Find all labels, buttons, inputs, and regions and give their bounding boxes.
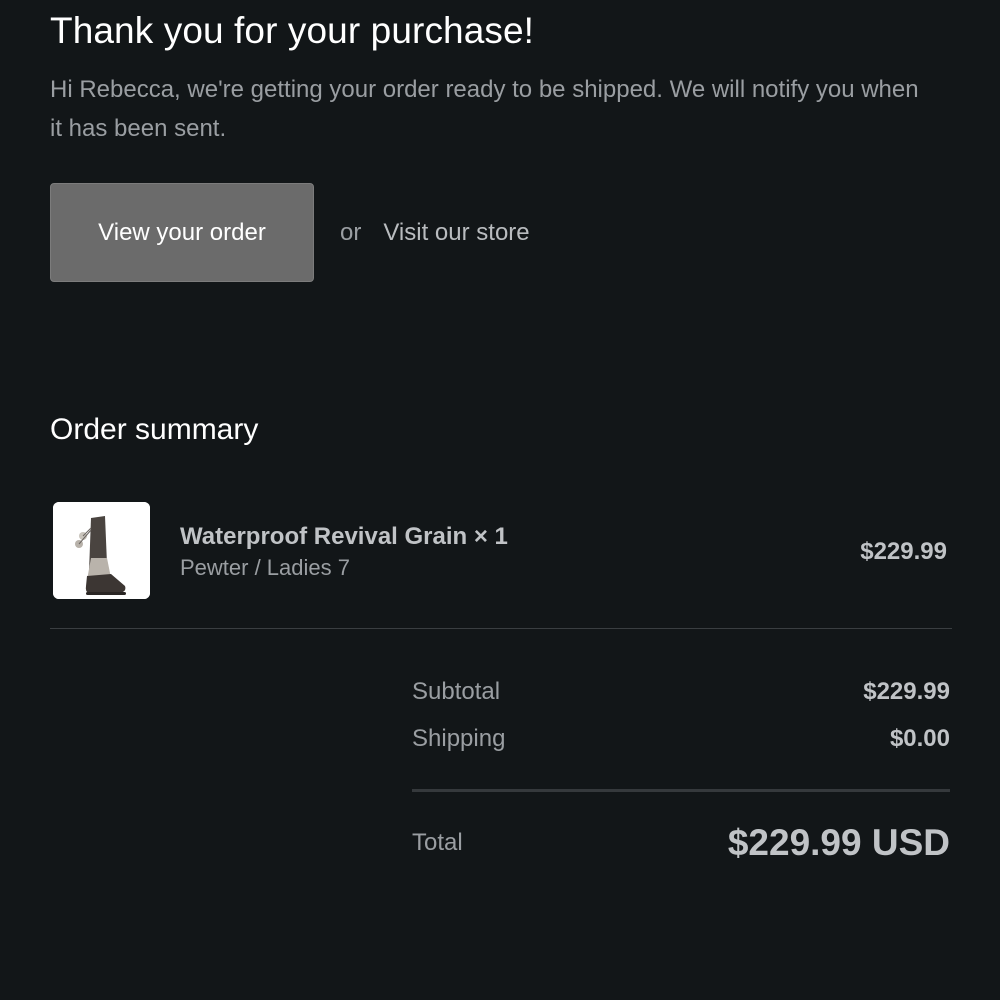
line-item-divider bbox=[50, 628, 952, 629]
shipping-row: Shipping $0.00 bbox=[412, 715, 950, 762]
total-value: $229.99 USD bbox=[727, 822, 950, 863]
subtotal-label: Subtotal bbox=[412, 677, 501, 705]
visit-store-link[interactable]: Visit our store bbox=[383, 219, 529, 247]
subtotal-value: $229.99 bbox=[863, 677, 950, 705]
totals-divider bbox=[412, 789, 950, 792]
boot-icon bbox=[53, 502, 150, 599]
greeting-message: Hi Rebecca, we're getting your order rea… bbox=[50, 76, 919, 142]
view-order-button[interactable]: View your order bbox=[50, 183, 314, 282]
item-name: Waterproof Revival Grain × 1 bbox=[180, 523, 508, 550]
boot-product-image bbox=[53, 502, 150, 599]
subtotal-row: Subtotal $229.99 bbox=[412, 668, 950, 715]
item-price: $229.99 bbox=[860, 538, 947, 565]
item-variant: Pewter / Ladies 7 bbox=[180, 555, 350, 580]
shipping-value: $0.00 bbox=[889, 724, 950, 752]
total-row: Total $229.99 USD bbox=[412, 822, 950, 864]
or-separator: or bbox=[340, 218, 362, 246]
line-item: Waterproof Revival Grain × 1 Pewter / La… bbox=[50, 500, 950, 600]
order-summary-title: Order summary bbox=[50, 413, 259, 446]
shipping-label: Shipping bbox=[412, 724, 506, 752]
order-confirmation-page: Thank you for your purchase! Hi Rebecca,… bbox=[0, 0, 1000, 1000]
order-actions: View your order or Visit our store bbox=[50, 183, 530, 282]
totals-table: Subtotal $229.99 Shipping $0.00 bbox=[412, 668, 950, 762]
page-title: Thank you for your purchase! bbox=[50, 10, 535, 51]
total-label: Total bbox=[412, 829, 463, 856]
